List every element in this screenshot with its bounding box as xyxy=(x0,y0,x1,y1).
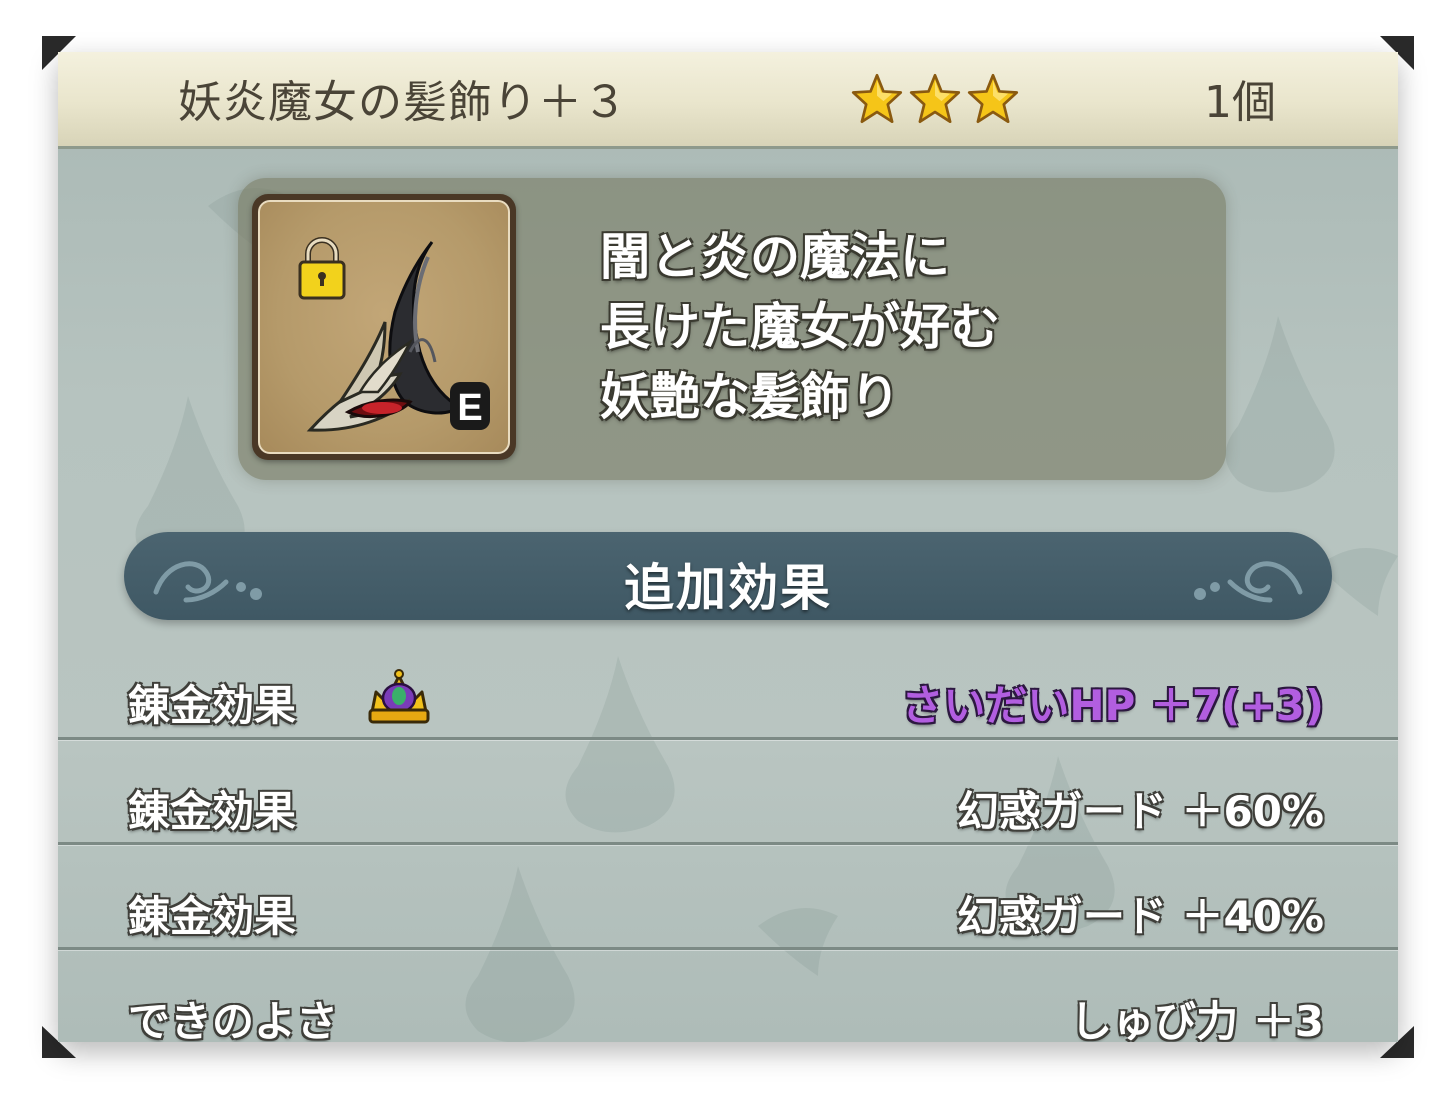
rarity-stars xyxy=(850,72,1020,126)
equipped-badge: E xyxy=(450,382,490,430)
witch-hair-ornament-icon: E xyxy=(298,237,490,432)
item-detail-window: 妖炎魔女の髪飾り＋３ 1個 E 闇と炎の魔法に 長けた魔女が好む 妖艶な髪飾り … xyxy=(58,52,1398,1042)
effect-value: しゅび力 ＋3 xyxy=(1070,997,1324,1042)
additional-effects-header: 追加効果 xyxy=(124,532,1332,620)
item-description: 闇と炎の魔法に 長けた魔女が好む 妖艶な髪飾り xyxy=(600,228,1000,426)
effect-label: できのよさ xyxy=(128,997,339,1042)
flourish-ornament-icon xyxy=(1194,561,1303,603)
star-icon xyxy=(909,73,961,124)
item-count: 1個 xyxy=(1204,77,1276,128)
section-title: 追加効果 xyxy=(624,559,832,617)
effect-label: 錬金効果 xyxy=(128,787,297,836)
effect-value: 幻惑ガード ＋60% xyxy=(956,787,1324,836)
effect-label: 錬金効果 xyxy=(128,892,297,941)
effect-row: 錬金効果 さいだいHP ＋7(+3) xyxy=(58,652,1398,756)
item-icon-frame[interactable]: E xyxy=(252,194,516,460)
crown-icon xyxy=(368,669,430,724)
star-icon xyxy=(851,73,903,124)
item-icon-background: E xyxy=(258,200,510,454)
effect-value: さいだいHP ＋7(+3) xyxy=(901,681,1324,730)
effect-row: 錬金効果 幻惑ガード ＋40% xyxy=(58,863,1398,967)
row-divider xyxy=(58,737,1398,740)
effect-row: できのよさ しゅび力 ＋3 xyxy=(58,968,1398,1042)
star-icon xyxy=(967,73,1019,124)
row-divider xyxy=(58,947,1398,950)
row-divider xyxy=(58,842,1398,845)
item-title-bar: 妖炎魔女の髪飾り＋３ 1個 xyxy=(58,52,1398,149)
effect-value: 幻惑ガード ＋40% xyxy=(956,892,1324,941)
effect-row: 錬金効果 幻惑ガード ＋60% xyxy=(58,758,1398,862)
effect-label: 錬金効果 xyxy=(128,681,297,730)
padlock-icon xyxy=(298,237,346,300)
svg-text:E: E xyxy=(457,387,482,429)
item-name: 妖炎魔女の髪飾り＋３ xyxy=(178,77,628,128)
